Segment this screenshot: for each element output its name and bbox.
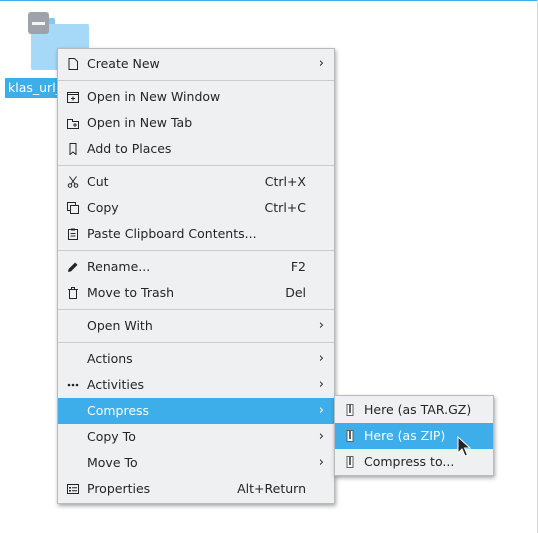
menu-item-label: Move to Trash bbox=[87, 285, 175, 300]
menu-separator bbox=[58, 80, 334, 81]
file-name-label[interactable]: klas_url_ bbox=[5, 78, 60, 98]
new-document-icon bbox=[68, 58, 78, 70]
menu-item-add-to-places[interactable]: Add to Places bbox=[58, 136, 334, 162]
submenu-arrow-icon: › bbox=[318, 318, 324, 333]
menu-item-label: Move To bbox=[87, 455, 138, 470]
archive-icon bbox=[346, 430, 354, 442]
menu-item-label: Copy bbox=[87, 200, 119, 215]
menu-item-label: Open in New Window bbox=[87, 89, 221, 104]
menu-item-compress[interactable]: Compress › bbox=[58, 398, 334, 424]
menu-separator bbox=[58, 165, 334, 166]
properties-icon bbox=[67, 484, 79, 494]
menu-item-label: Actions bbox=[87, 351, 133, 366]
menu-item-label: Rename... bbox=[87, 259, 151, 274]
menu-item-rename[interactable]: Rename... F2 bbox=[58, 254, 334, 280]
menu-item-activities[interactable]: Activities › bbox=[58, 372, 334, 398]
window-top-border bbox=[0, 0, 538, 1]
menu-item-label: Create New bbox=[87, 56, 160, 71]
submenu-arrow-icon: › bbox=[318, 429, 324, 444]
menu-item-paste[interactable]: Paste Clipboard Contents... bbox=[58, 221, 334, 247]
menu-item-open-new-window[interactable]: Open in New Window bbox=[58, 84, 334, 110]
submenu-item-label: Here (as ZIP) bbox=[364, 428, 446, 443]
menu-item-label: Properties bbox=[87, 481, 151, 496]
submenu-arrow-icon: › bbox=[318, 455, 324, 470]
submenu-arrow-icon: › bbox=[318, 56, 324, 71]
menu-item-open-new-tab[interactable]: Open in New Tab bbox=[58, 110, 334, 136]
menu-item-label: Copy To bbox=[87, 429, 136, 444]
menu-item-copy-to[interactable]: Copy To › bbox=[58, 424, 334, 450]
menu-separator bbox=[58, 309, 334, 310]
menu-item-label: Add to Places bbox=[87, 141, 172, 156]
menu-item-label: Cut bbox=[87, 174, 109, 189]
bookmark-icon bbox=[69, 143, 77, 155]
menu-item-copy[interactable]: Copy Ctrl+C bbox=[58, 195, 334, 221]
mouse-cursor-icon bbox=[457, 436, 472, 457]
submenu-item-label: Compress to... bbox=[364, 454, 455, 469]
pencil-icon bbox=[68, 262, 78, 272]
shortcut-label: Del bbox=[285, 285, 306, 300]
shortcut-label: Ctrl+X bbox=[264, 174, 306, 189]
menu-item-cut[interactable]: Cut Ctrl+X bbox=[58, 169, 334, 195]
menu-item-move-to-trash[interactable]: Move to Trash Del bbox=[58, 280, 334, 306]
menu-item-label: Compress bbox=[87, 403, 150, 418]
submenu-arrow-icon: › bbox=[318, 377, 324, 392]
trash-icon bbox=[68, 287, 78, 299]
scissors-icon bbox=[67, 176, 79, 188]
submenu-arrow-icon: › bbox=[318, 351, 324, 366]
menu-separator bbox=[58, 250, 334, 251]
menu-item-create-new[interactable]: Create New › bbox=[58, 51, 334, 77]
menu-item-label: Open in New Tab bbox=[87, 115, 193, 130]
menu-item-actions[interactable]: Actions › bbox=[58, 346, 334, 372]
new-window-icon bbox=[67, 92, 79, 103]
submenu-item-label: Here (as TAR.GZ) bbox=[364, 402, 472, 417]
menu-item-properties[interactable]: Properties Alt+Return bbox=[58, 476, 334, 502]
menu-item-label: Paste Clipboard Contents... bbox=[87, 226, 257, 241]
archive-icon bbox=[346, 404, 354, 416]
menu-separator bbox=[58, 342, 334, 343]
submenu-arrow-icon: › bbox=[318, 403, 324, 418]
menu-item-open-with[interactable]: Open With › bbox=[58, 313, 334, 339]
clipboard-icon bbox=[68, 228, 78, 240]
shortcut-label: Alt+Return bbox=[237, 481, 306, 496]
copy-icon bbox=[67, 202, 79, 214]
menu-item-label: Activities bbox=[87, 377, 145, 392]
submenu-item-tar-gz[interactable]: Here (as TAR.GZ) bbox=[335, 397, 493, 423]
activities-icon bbox=[67, 383, 79, 387]
menu-item-move-to[interactable]: Move To › bbox=[58, 450, 334, 476]
archive-icon bbox=[346, 456, 354, 468]
shortcut-label: F2 bbox=[290, 259, 306, 274]
context-menu: Create New › Open in New Window Open in … bbox=[57, 48, 335, 504]
link-emblem-icon bbox=[28, 12, 49, 34]
menu-item-label: Open With bbox=[87, 318, 153, 333]
shortcut-label: Ctrl+C bbox=[264, 200, 306, 215]
new-tab-icon bbox=[67, 119, 79, 129]
